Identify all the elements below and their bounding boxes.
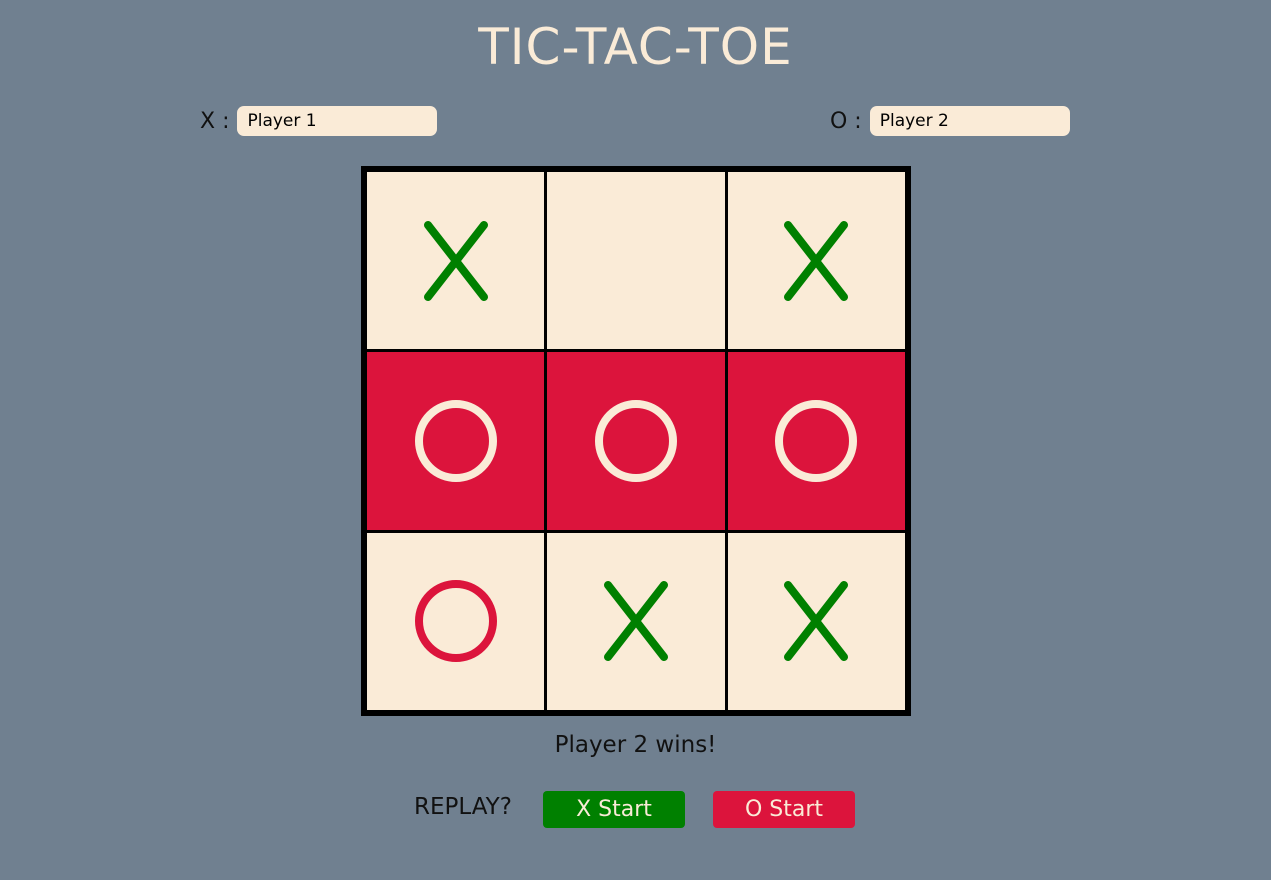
game-board xyxy=(361,166,911,716)
x-start-button[interactable]: X Start xyxy=(543,791,685,828)
x-mark-icon xyxy=(784,220,849,301)
player-o-row: O : xyxy=(830,106,1070,136)
o-mark-icon xyxy=(414,580,497,663)
board-cell-6[interactable] xyxy=(727,352,905,530)
board-cell-4[interactable] xyxy=(367,352,545,530)
board-cell-5[interactable] xyxy=(547,352,725,530)
game-status: Player 2 wins! xyxy=(554,732,717,758)
o-mark-icon xyxy=(775,399,858,482)
player-x-label: X : xyxy=(200,108,230,134)
x-mark-icon xyxy=(603,581,668,662)
player-x-row: X : xyxy=(200,106,438,136)
player-x-name-input[interactable] xyxy=(237,106,438,136)
player-o-name-input[interactable] xyxy=(869,106,1070,136)
board-cell-1[interactable] xyxy=(367,172,545,350)
board-cell-7[interactable] xyxy=(367,532,545,710)
x-mark-icon xyxy=(423,220,488,301)
o-start-button[interactable]: O Start xyxy=(713,791,855,828)
board-cell-8[interactable] xyxy=(547,532,725,710)
x-mark-icon xyxy=(784,581,849,662)
o-mark-icon xyxy=(594,399,677,482)
board-cell-3[interactable] xyxy=(727,172,905,350)
o-mark-icon xyxy=(414,399,497,482)
replay-label: REPLAY? xyxy=(414,794,512,820)
board-cell-2[interactable] xyxy=(547,172,725,350)
player-o-label: O : xyxy=(830,108,862,134)
board-cell-9[interactable] xyxy=(727,532,905,710)
game-title: TIC-TAC-TOE xyxy=(478,18,793,76)
